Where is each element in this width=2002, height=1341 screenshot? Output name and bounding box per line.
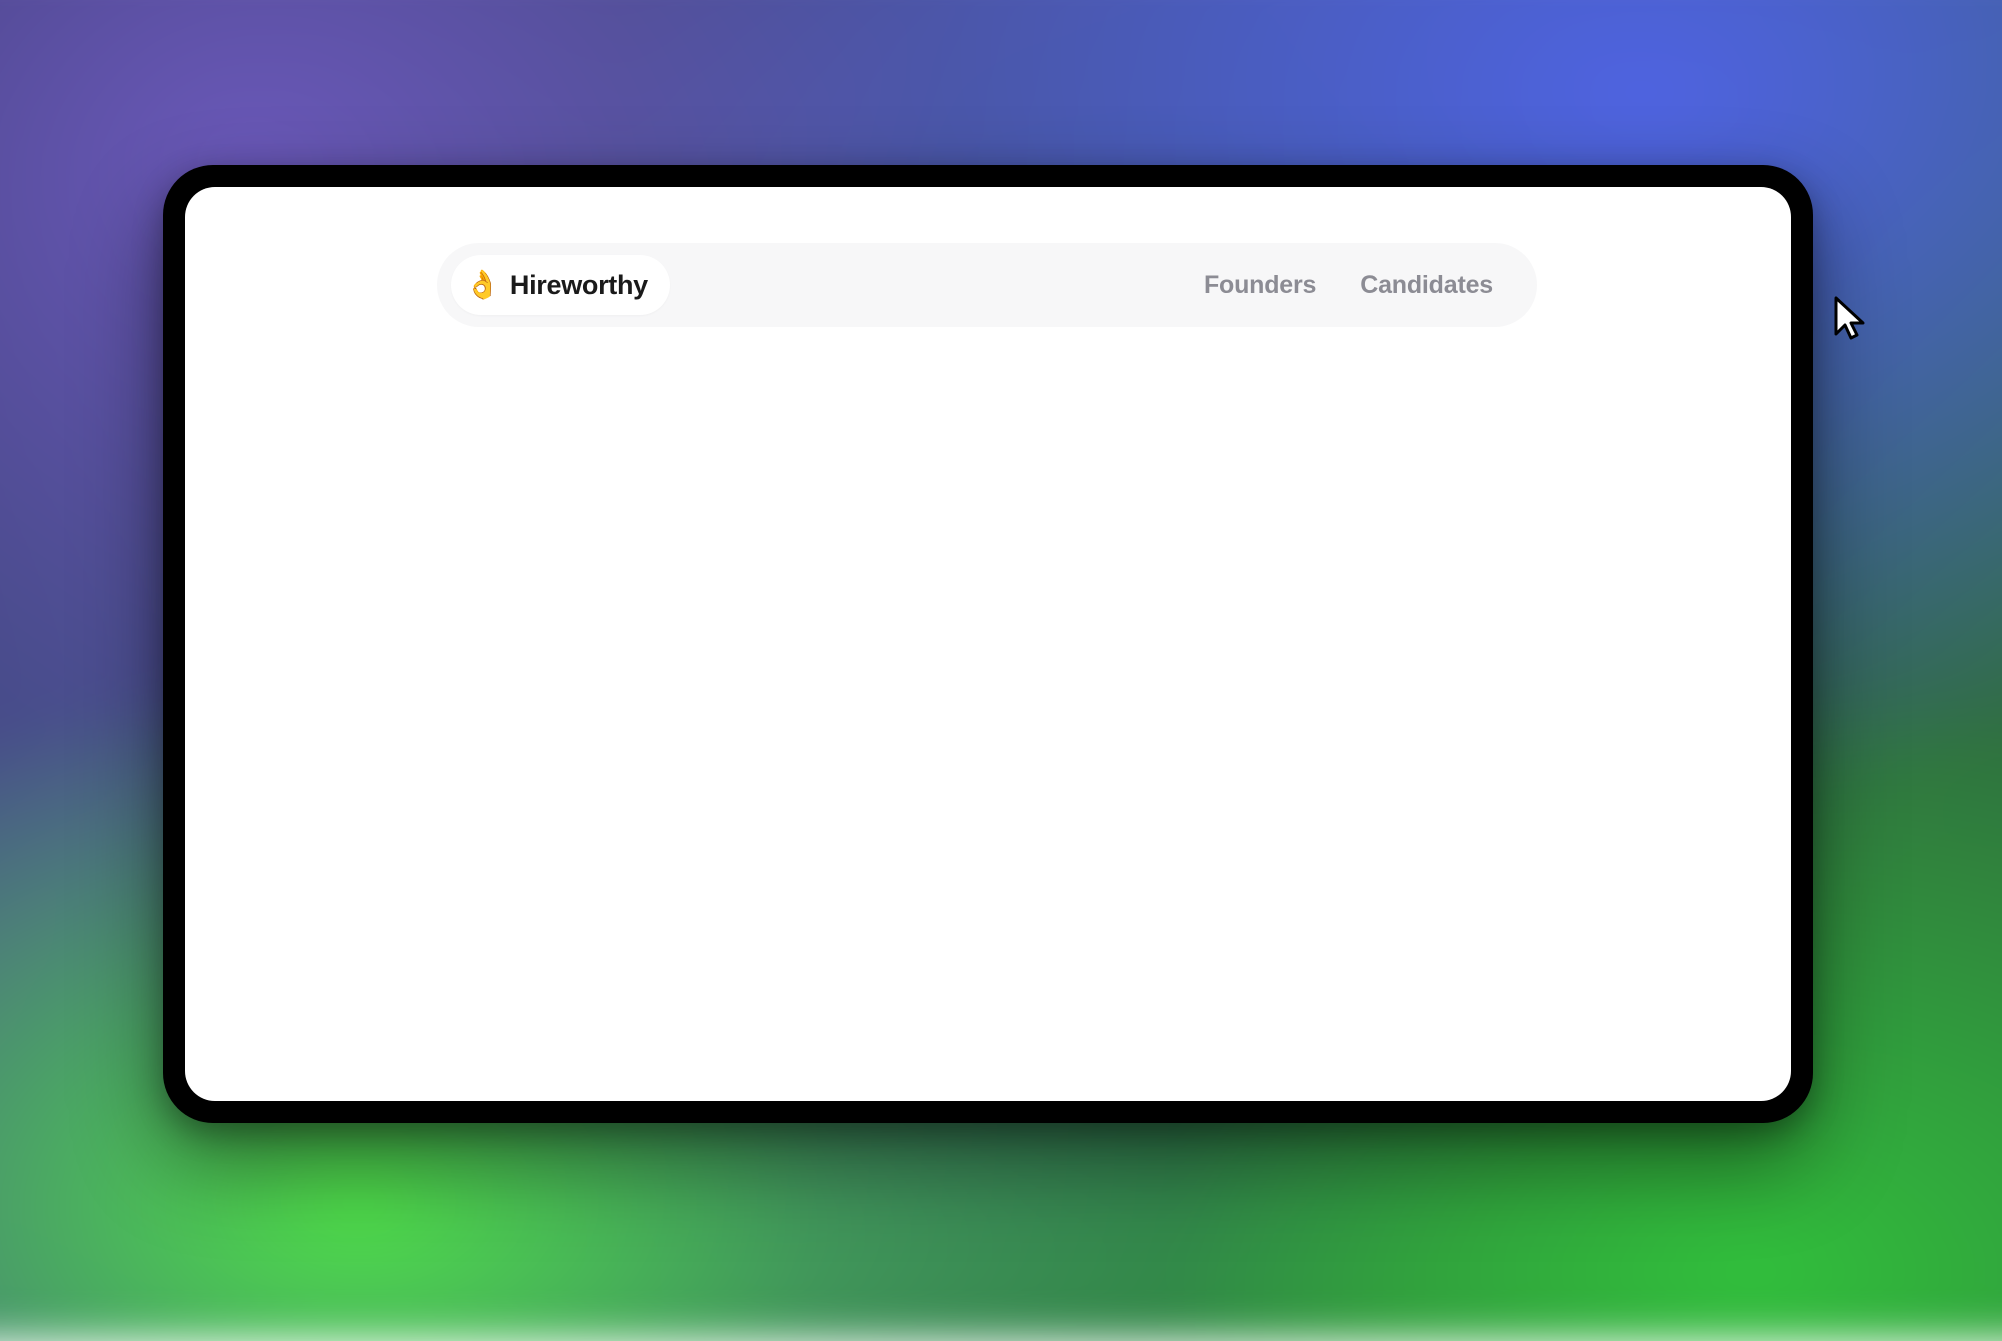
tablet-screen: 👌 Hireworthy Founders Candidates xyxy=(185,187,1791,1101)
ok-hand-icon: 👌 xyxy=(465,271,500,299)
top-nav-bar: 👌 Hireworthy Founders Candidates xyxy=(437,243,1537,327)
page-content: 👌 Hireworthy Founders Candidates xyxy=(185,187,1791,1101)
brand-name: Hireworthy xyxy=(510,270,648,301)
brand-pill[interactable]: 👌 Hireworthy xyxy=(451,255,670,315)
nav-link-candidates[interactable]: Candidates xyxy=(1360,271,1493,300)
nav-link-founders[interactable]: Founders xyxy=(1204,271,1316,300)
tablet-frame: 👌 Hireworthy Founders Candidates xyxy=(163,165,1813,1123)
nav-links: Founders Candidates xyxy=(1204,271,1523,300)
